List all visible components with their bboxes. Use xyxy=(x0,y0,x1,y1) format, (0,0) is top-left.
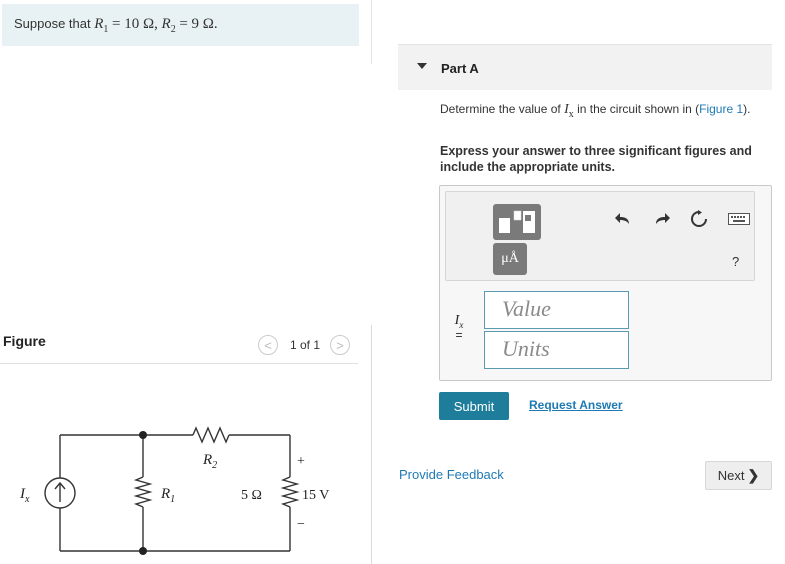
collapse-triangle-icon[interactable] xyxy=(417,63,427,69)
r1-label: R1 xyxy=(160,486,175,505)
units-button[interactable]: μÅ xyxy=(493,243,527,275)
r3-label: 5 Ω xyxy=(241,488,262,503)
figure-divider xyxy=(0,363,358,364)
r2-symbol: R2 xyxy=(161,16,176,35)
question-text: Determine the value of Ix in the circuit… xyxy=(440,102,751,120)
prev-figure-button[interactable]: < xyxy=(258,335,278,355)
voltage-plus: + xyxy=(297,454,305,469)
figure-label: Figure xyxy=(3,333,46,349)
undo-icon[interactable] xyxy=(614,210,632,228)
templates-button[interactable] xyxy=(493,204,541,240)
part-title: Part A xyxy=(441,61,479,76)
next-button[interactable]: Next ❯ xyxy=(705,461,772,490)
instructions: Express your answer to three significant… xyxy=(440,144,752,174)
intro-prefix: Suppose that xyxy=(14,16,91,31)
request-answer-link[interactable]: Request Answer xyxy=(529,398,623,412)
chevron-right-icon: ❯ xyxy=(747,467,760,483)
figure-link[interactable]: Figure 1 xyxy=(699,102,743,116)
units-input[interactable]: Units xyxy=(484,331,629,369)
next-figure-button[interactable]: > xyxy=(330,335,351,355)
value-input[interactable]: Value xyxy=(484,291,629,329)
voltage-minus: − xyxy=(297,517,305,532)
answer-panel: μÅ ? Ix = Value Units xyxy=(439,185,772,381)
figure-pager: < 1 of 1 > xyxy=(258,334,351,356)
r2-label: R2 xyxy=(202,452,217,471)
answer-variable: Ix = xyxy=(454,313,464,342)
provide-feedback-link[interactable]: Provide Feedback xyxy=(399,467,504,482)
math-toolbar: μÅ ? xyxy=(445,191,755,281)
r2-value: = 9 Ω. xyxy=(179,16,218,32)
r1-symbol: R1 xyxy=(94,16,109,35)
problem-statement: Suppose that R1 = 10 Ω, R2 = 9 Ω. xyxy=(2,4,359,46)
next-label: Next xyxy=(717,468,745,483)
figure-count: 1 of 1 xyxy=(290,338,321,352)
redo-icon[interactable] xyxy=(653,210,671,228)
keyboard-icon[interactable] xyxy=(727,210,751,228)
voltage-label: 15 V xyxy=(302,488,329,503)
reset-icon[interactable] xyxy=(690,210,708,228)
circuit-diagram: Ix R1 R2 5 Ω 15 V + − xyxy=(19,426,329,555)
source-label: Ix xyxy=(19,486,30,505)
r1-value: = 10 Ω, xyxy=(112,16,158,32)
templates-icon xyxy=(499,210,535,233)
help-button[interactable]: ? xyxy=(732,254,739,269)
question-var: Ix xyxy=(564,102,574,120)
submit-button[interactable]: Submit xyxy=(439,392,509,420)
part-a-header[interactable]: Part A xyxy=(398,44,772,90)
column-divider-top xyxy=(371,0,372,64)
